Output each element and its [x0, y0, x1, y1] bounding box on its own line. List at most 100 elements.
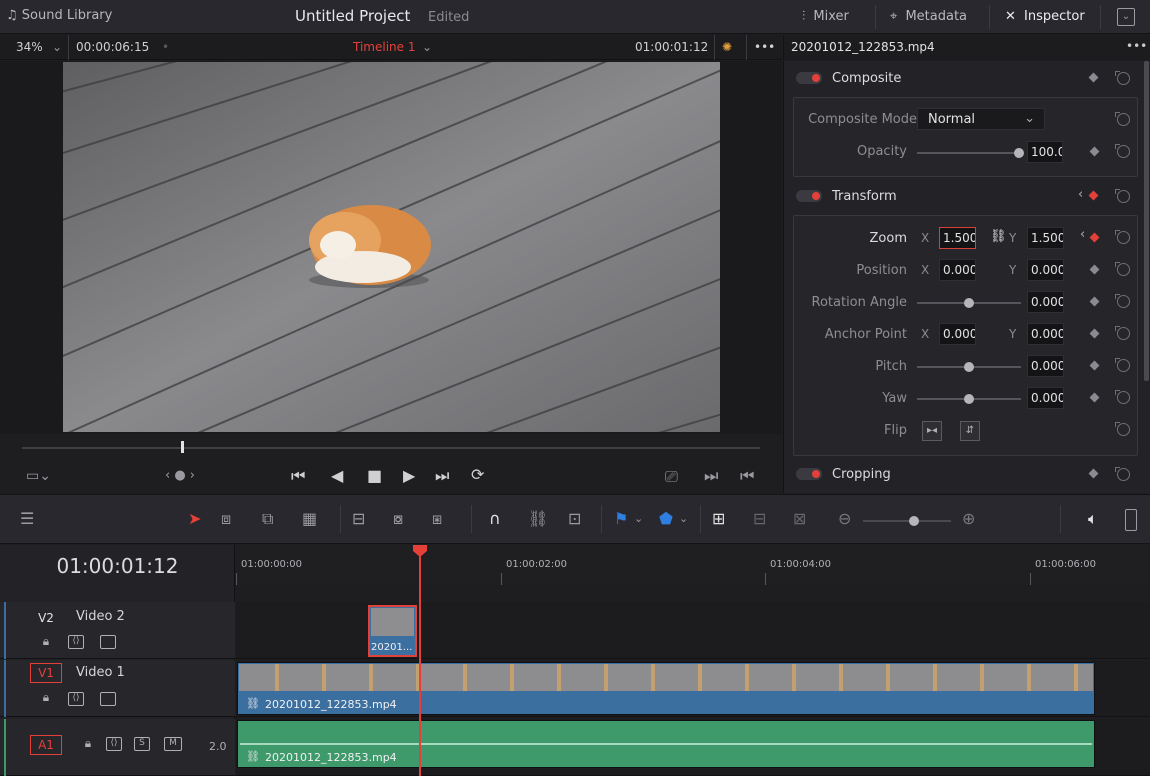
mute-button[interactable]: M: [164, 737, 182, 751]
loop-icon[interactable]: ⟳: [471, 465, 484, 484]
keyframe-icon[interactable]: [1089, 264, 1100, 275]
opacity-field[interactable]: 100.00: [1027, 141, 1063, 163]
auto-select-icon[interactable]: ⟨⟩: [106, 737, 122, 751]
pitch-slider[interactable]: [917, 362, 1021, 372]
marker-icon[interactable]: ⬟: [659, 509, 673, 528]
reset-icon[interactable]: [1115, 230, 1130, 244]
reset-icon[interactable]: [1115, 390, 1130, 404]
zoom-in-icon[interactable]: ⊕: [962, 509, 975, 528]
reset-icon[interactable]: [1115, 144, 1130, 158]
zoom-custom-icon[interactable]: ⊠: [793, 509, 806, 528]
prev-keyframe-icon[interactable]: ‹: [1080, 227, 1085, 242]
reset-icon[interactable]: [1115, 112, 1130, 126]
keyframe-icon[interactable]: [1089, 296, 1100, 307]
anchor-x-field[interactable]: 0.000: [939, 323, 976, 345]
reset-icon[interactable]: [1115, 262, 1130, 276]
zoom-chevron-icon[interactable]: ⌄: [52, 40, 62, 54]
link-icon[interactable]: ⛓: [990, 229, 1007, 244]
keyframe-icon[interactable]: [1089, 328, 1100, 339]
replace-clip-icon[interactable]: ⧆: [432, 509, 442, 529]
go-to-end-icon[interactable]: ⏭: [435, 466, 449, 486]
go-to-start-icon[interactable]: ⏮: [291, 466, 305, 486]
zoom-x-field[interactable]: 1.500: [939, 227, 976, 249]
zoom-level[interactable]: 34%: [16, 40, 43, 54]
rotation-slider-knob[interactable]: [964, 298, 974, 308]
reset-icon[interactable]: [1115, 71, 1130, 85]
track-id-v1[interactable]: V1: [30, 663, 62, 683]
opacity-slider-knob[interactable]: [1014, 148, 1024, 158]
clip-v2[interactable]: 20201...: [368, 605, 417, 657]
keyframe-active-icon[interactable]: [1088, 190, 1099, 201]
prev-edit-icon[interactable]: ⏮: [740, 466, 754, 486]
keyframe-icon[interactable]: [1088, 72, 1099, 83]
marker-chevron-icon[interactable]: ⌄: [679, 512, 688, 525]
effects-overlay-icon[interactable]: ✺: [722, 40, 732, 54]
track-header-v2[interactable]: V2 Video 2 🔒︎ ⟨⟩: [0, 602, 235, 659]
sound-library-button[interactable]: ♫ Sound Library: [6, 8, 112, 23]
rotation-field[interactable]: 0.000: [1027, 291, 1064, 313]
timeline-ruler[interactable]: 01:00:00:00 01:00:02:00 01:00:04:00 01:0…: [236, 545, 1150, 585]
reset-icon[interactable]: [1115, 422, 1130, 436]
keyframe-icon[interactable]: [1089, 392, 1100, 403]
position-lock-icon[interactable]: ⊡: [568, 509, 581, 528]
reset-icon[interactable]: [1115, 294, 1130, 308]
next-edit-icon[interactable]: ⏭: [704, 466, 718, 486]
selection-tool-icon[interactable]: ➤: [188, 509, 201, 528]
zoom-y-field[interactable]: 1.500: [1027, 227, 1064, 249]
play-reverse-icon[interactable]: ◀: [331, 466, 343, 485]
track-header-a1[interactable]: A1 🔒︎ ⟨⟩ S M 2.0: [0, 719, 235, 776]
inspector-options-icon[interactable]: •••: [1126, 39, 1147, 53]
prev-keyframe-icon[interactable]: ‹: [1078, 187, 1083, 202]
insert-clip-icon[interactable]: ⊟: [352, 509, 365, 528]
cropping-section-header[interactable]: Cropping: [784, 458, 1144, 490]
flag-chevron-icon[interactable]: ⌄: [634, 512, 643, 525]
reset-icon[interactable]: [1115, 358, 1130, 372]
zoom-detail-icon[interactable]: ⊟: [753, 509, 766, 528]
trim-tool-icon[interactable]: ⧈: [221, 509, 231, 529]
jog-control-icon[interactable]: ‹ ● ›: [165, 468, 195, 483]
lock-icon[interactable]: 🔒︎: [80, 737, 96, 752]
transform-toggle[interactable]: [796, 190, 822, 202]
inspector-button[interactable]: ✕ Inspector: [1005, 9, 1085, 24]
mixer-button[interactable]: ⫶ Mixer: [802, 9, 849, 24]
rotation-slider[interactable]: [917, 298, 1021, 308]
flag-icon[interactable]: ⚑: [614, 509, 628, 528]
position-x-field[interactable]: 0.000: [939, 259, 976, 281]
scrub-bar[interactable]: [22, 447, 760, 449]
timeline-name[interactable]: Timeline 1: [353, 40, 415, 54]
inspector-scrollbar[interactable]: [1144, 61, 1149, 381]
composite-mode-dropdown[interactable]: Normal ⌄: [917, 108, 1045, 130]
pitch-slider-knob[interactable]: [964, 362, 974, 372]
reset-icon[interactable]: [1115, 467, 1130, 481]
blade-tool-icon[interactable]: ▦: [302, 509, 317, 528]
reset-icon[interactable]: [1115, 189, 1130, 203]
lock-icon[interactable]: 🔒︎: [38, 635, 54, 650]
track-id-a1[interactable]: A1: [30, 735, 62, 755]
keyframe-icon[interactable]: [1089, 360, 1100, 371]
zoom-full-extent-icon[interactable]: ⊞: [712, 509, 725, 528]
linked-selection-icon[interactable]: ⛓: [528, 509, 548, 528]
crop-frame-icon[interactable]: ▭⌄: [26, 468, 51, 484]
yaw-slider-knob[interactable]: [964, 394, 974, 404]
lock-icon[interactable]: 🔒︎: [38, 691, 54, 706]
scrub-handle[interactable]: [181, 441, 184, 453]
transform-section-header[interactable]: Transform ‹: [784, 180, 1144, 212]
track-header-v1[interactable]: V1 Video 1 🔒︎ ⟨⟩: [0, 660, 235, 717]
keyframe-icon[interactable]: [1089, 146, 1100, 157]
cropping-toggle[interactable]: [796, 468, 822, 480]
metadata-button[interactable]: ⌖ Metadata: [890, 9, 967, 24]
timeline-zoom-slider[interactable]: [863, 516, 951, 526]
keyframe-active-icon[interactable]: [1089, 232, 1100, 243]
match-frame-icon[interactable]: ⎚: [665, 467, 678, 487]
yaw-field[interactable]: 0.000: [1027, 387, 1064, 409]
zoom-out-icon[interactable]: ⊖: [838, 509, 851, 528]
opacity-slider[interactable]: [917, 148, 1024, 158]
yaw-slider[interactable]: [917, 394, 1021, 404]
timeline-chevron-icon[interactable]: ⌄: [422, 40, 432, 54]
flip-horizontal-icon[interactable]: ▸◂: [922, 421, 942, 441]
anchor-y-field[interactable]: 0.000: [1027, 323, 1064, 345]
play-icon[interactable]: ▶: [403, 466, 415, 485]
dynamic-trim-icon[interactable]: ⧉: [262, 509, 273, 529]
auto-select-icon[interactable]: ⟨⟩: [68, 692, 84, 706]
timeline-view-options-icon[interactable]: ☰: [20, 509, 34, 528]
